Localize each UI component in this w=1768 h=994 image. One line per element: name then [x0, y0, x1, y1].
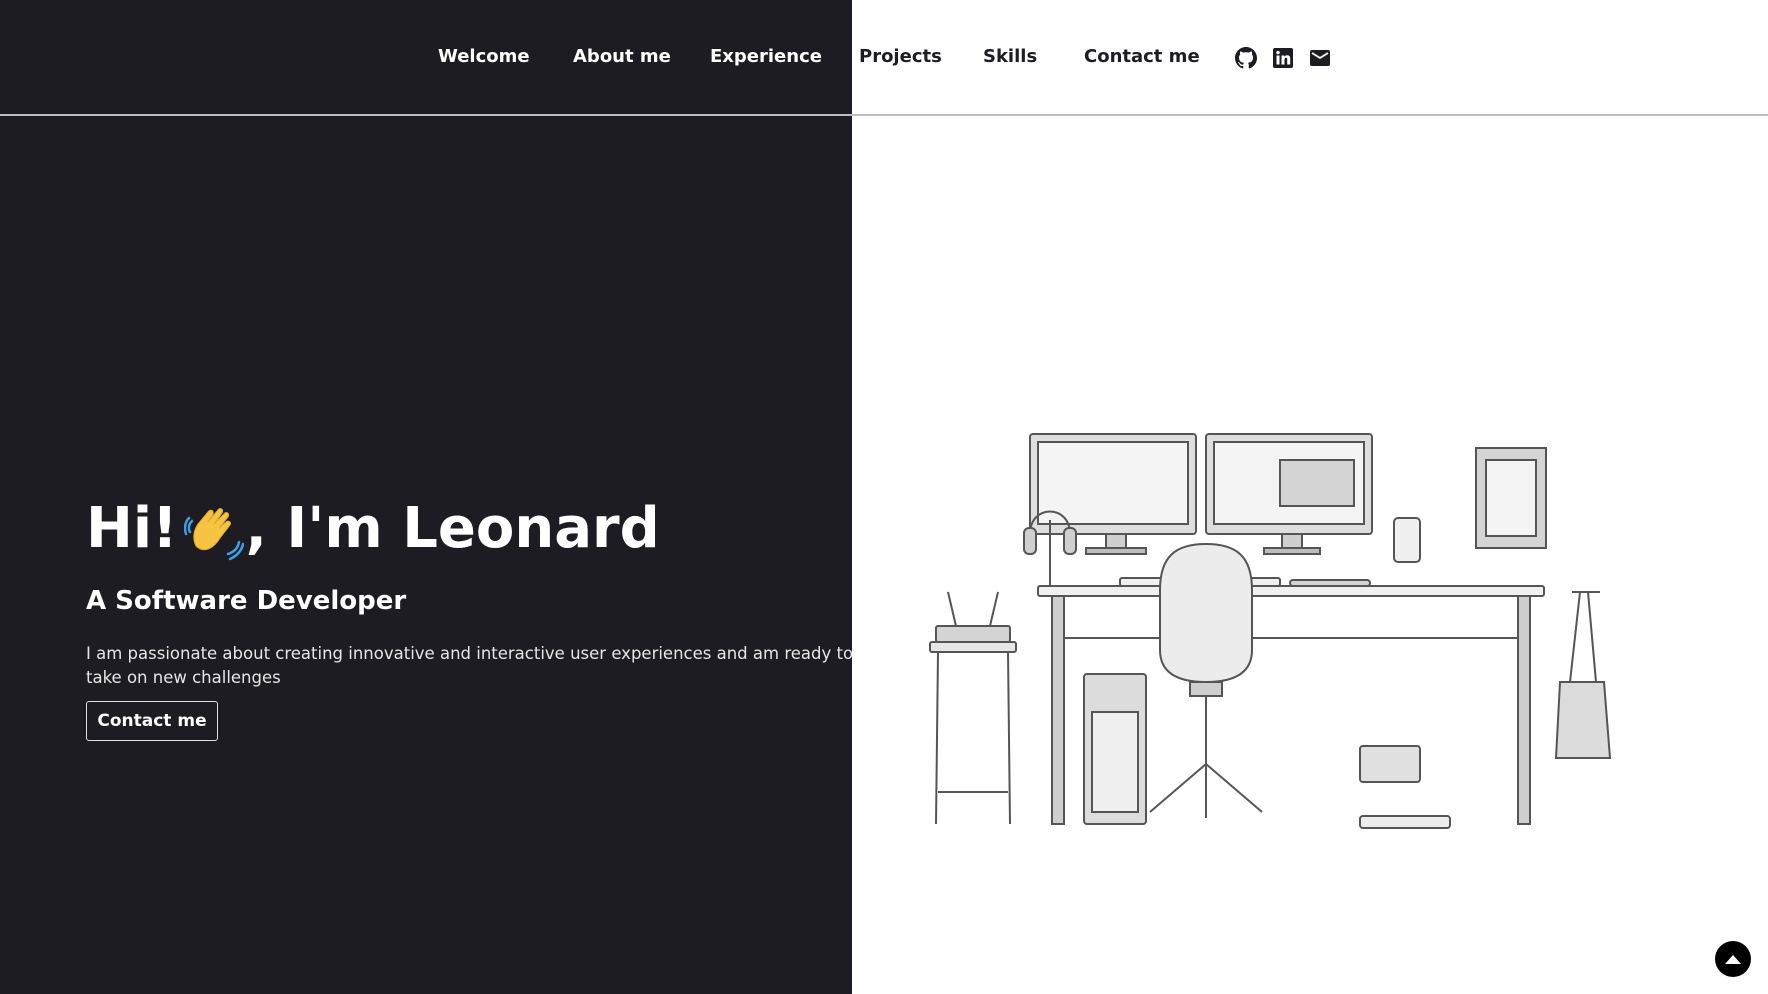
developer-desk-illustration	[920, 420, 1660, 840]
nav-link-welcome[interactable]: Welcome	[438, 44, 530, 70]
nav-links: Welcome About me Experience Projects Ski…	[0, 0, 1768, 114]
email-icon[interactable]	[1309, 47, 1331, 69]
hero-description: I am passionate about creating innovativ…	[86, 644, 854, 687]
hero-title: Hi! , I'm Leonard	[86, 494, 660, 564]
nav-link-about-me[interactable]: About me	[573, 44, 671, 70]
linkedin-icon[interactable]	[1272, 47, 1294, 69]
nav-link-experience[interactable]: Experience	[710, 44, 822, 70]
navbar: Welcome About me Experience Projects Ski…	[0, 0, 1768, 116]
hero-subtitle: A Software Developer	[86, 586, 407, 616]
hero-title-prefix: Hi!	[86, 496, 178, 561]
nav-link-projects[interactable]: Projects	[859, 44, 942, 70]
hero-title-suffix: , I'm Leonard	[245, 496, 660, 561]
scroll-to-top-icon[interactable]	[1715, 941, 1751, 977]
github-icon[interactable]	[1235, 47, 1257, 69]
contact-me-button[interactable]: Contact me	[86, 701, 218, 741]
nav-link-contact-me[interactable]: Contact me	[1084, 44, 1200, 70]
waving-hand-icon	[183, 502, 244, 562]
nav-link-skills[interactable]: Skills	[983, 44, 1037, 70]
